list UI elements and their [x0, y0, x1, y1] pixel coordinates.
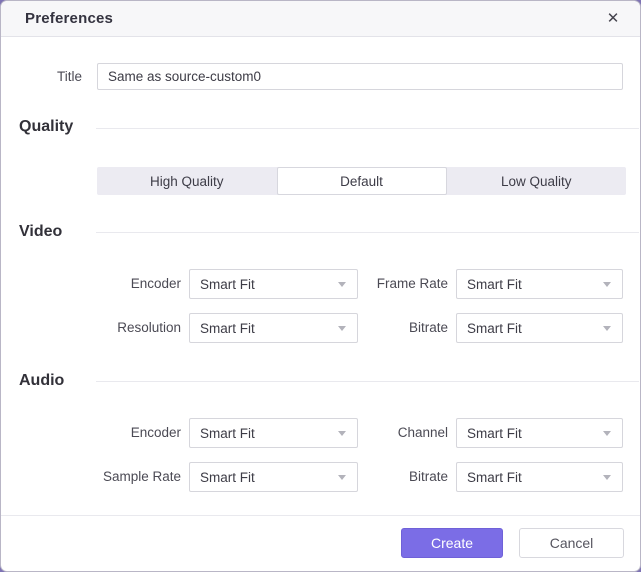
video-section-heading: Video — [19, 223, 62, 241]
audio-row-1: Encoder Smart Fit Channel Smart Fit — [1, 418, 640, 448]
dialog-titlebar: Preferences ✕ — [1, 1, 640, 37]
preferences-dialog: Preferences ✕ Title Quality High Quality… — [0, 0, 641, 572]
title-input[interactable] — [97, 63, 623, 90]
video-bitrate-value: Smart Fit — [467, 321, 522, 336]
video-resolution-label: Resolution — [1, 313, 181, 343]
cancel-button[interactable]: Cancel — [519, 528, 624, 558]
audio-encoder-value: Smart Fit — [200, 426, 255, 441]
tab-low-quality[interactable]: Low Quality — [447, 167, 627, 195]
video-row-1: Encoder Smart Fit Frame Rate Smart Fit — [1, 269, 640, 299]
audio-samplerate-label: Sample Rate — [1, 462, 181, 492]
footer-divider — [1, 515, 640, 516]
audio-samplerate-select[interactable]: Smart Fit — [189, 462, 358, 492]
video-resolution-value: Smart Fit — [200, 321, 255, 336]
video-encoder-value: Smart Fit — [200, 277, 255, 292]
video-section-divider — [96, 232, 639, 233]
video-encoder-label: Encoder — [1, 269, 181, 299]
chevron-down-icon — [338, 326, 346, 331]
audio-section-heading: Audio — [19, 372, 64, 390]
chevron-down-icon — [603, 326, 611, 331]
video-framerate-label: Frame Rate — [358, 269, 448, 299]
audio-bitrate-value: Smart Fit — [467, 470, 522, 485]
title-field-label: Title — [1, 63, 82, 90]
audio-section-divider — [96, 381, 639, 382]
chevron-down-icon — [603, 475, 611, 480]
video-resolution-select[interactable]: Smart Fit — [189, 313, 358, 343]
video-framerate-value: Smart Fit — [467, 277, 522, 292]
quality-section-heading: Quality — [19, 118, 73, 136]
audio-channel-select[interactable]: Smart Fit — [456, 418, 623, 448]
chevron-down-icon — [338, 282, 346, 287]
chevron-down-icon — [603, 431, 611, 436]
quality-tab-strip: High Quality Default Low Quality — [97, 167, 626, 195]
chevron-down-icon — [603, 282, 611, 287]
audio-bitrate-label: Bitrate — [358, 462, 448, 492]
video-bitrate-label: Bitrate — [358, 313, 448, 343]
close-button[interactable]: ✕ — [600, 6, 626, 32]
dialog-title: Preferences — [25, 10, 113, 27]
audio-encoder-label: Encoder — [1, 418, 181, 448]
tab-default[interactable]: Default — [277, 167, 447, 195]
video-bitrate-select[interactable]: Smart Fit — [456, 313, 623, 343]
tab-high-quality[interactable]: High Quality — [97, 167, 277, 195]
audio-bitrate-select[interactable]: Smart Fit — [456, 462, 623, 492]
video-encoder-select[interactable]: Smart Fit — [189, 269, 358, 299]
video-row-2: Resolution Smart Fit Bitrate Smart Fit — [1, 313, 640, 343]
chevron-down-icon — [338, 475, 346, 480]
chevron-down-icon — [338, 431, 346, 436]
audio-row-2: Sample Rate Smart Fit Bitrate Smart Fit — [1, 462, 640, 492]
audio-samplerate-value: Smart Fit — [200, 470, 255, 485]
quality-section-divider — [96, 128, 639, 129]
audio-encoder-select[interactable]: Smart Fit — [189, 418, 358, 448]
audio-channel-value: Smart Fit — [467, 426, 522, 441]
audio-channel-label: Channel — [358, 418, 448, 448]
close-icon: ✕ — [607, 11, 620, 26]
video-framerate-select[interactable]: Smart Fit — [456, 269, 623, 299]
create-button[interactable]: Create — [401, 528, 503, 558]
